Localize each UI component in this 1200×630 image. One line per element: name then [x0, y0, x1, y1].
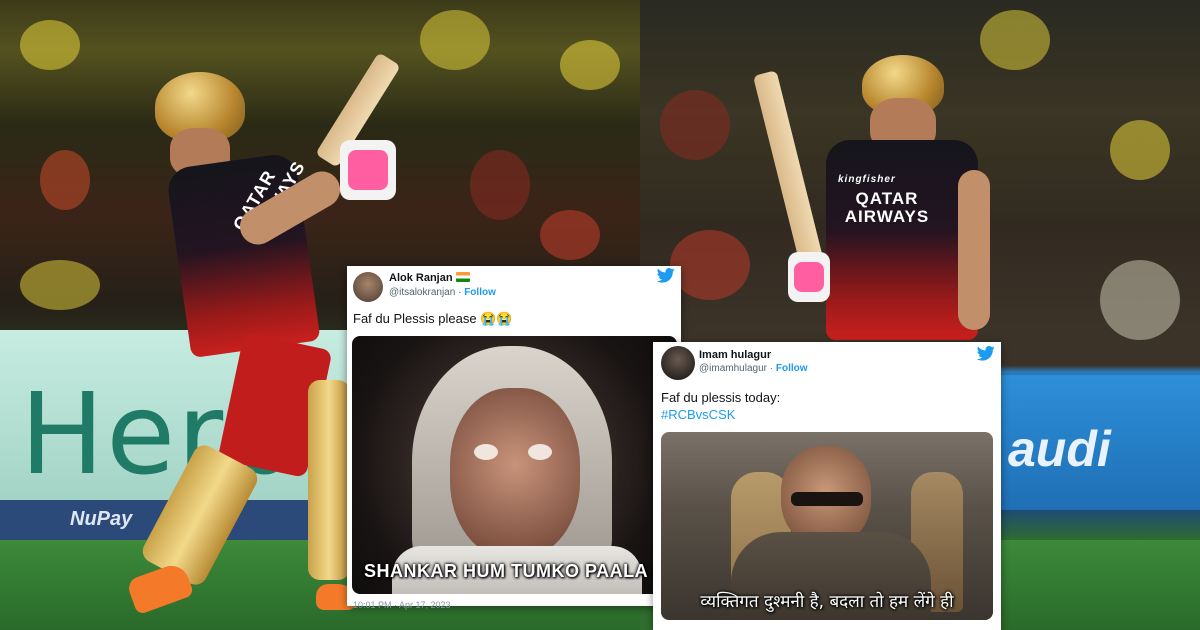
- follow-button[interactable]: Follow: [776, 363, 808, 374]
- leg-pad: [308, 380, 350, 580]
- jersey-brand: kingfisher: [838, 174, 896, 185]
- board-text: audi: [1008, 421, 1111, 477]
- follow-button[interactable]: Follow: [464, 287, 496, 298]
- tweet-timestamp[interactable]: 10:01 PM · Apr 17, 2023: [353, 600, 451, 610]
- pitch-grass: [1000, 540, 1200, 630]
- glove-pink: [348, 150, 388, 190]
- twitter-bird-icon[interactable]: [977, 346, 995, 361]
- tweet-text: Faf du Plessis please 😭😭: [353, 311, 513, 326]
- sunglasses: [791, 492, 863, 506]
- hashtag-link[interactable]: #RCBvsCSK: [661, 407, 735, 422]
- twitter-bird-icon[interactable]: [657, 268, 675, 283]
- author-name-text: Alok Ranjan: [389, 272, 453, 284]
- meme-image[interactable]: SHANKAR HUM TUMKO PAALA HUM: [352, 336, 677, 594]
- jersey: [826, 140, 978, 340]
- jersey-print: QATAR AIRWAYS: [844, 189, 930, 226]
- tweet-handle-row: @imamhulagur · Follow: [699, 363, 808, 374]
- tweet-card[interactable]: Imam hulagur @imamhulagur · Follow Faf d…: [653, 342, 1001, 630]
- eye: [474, 444, 498, 460]
- glove-pink: [794, 262, 824, 292]
- eye: [528, 444, 552, 460]
- meme-caption: SHANKAR HUM TUMKO PAALA HUM: [364, 561, 677, 581]
- tweet-handle[interactable]: @imamhulagur: [699, 363, 767, 374]
- tweet-handle-row: @itsalokranjan · Follow: [389, 287, 496, 298]
- arm: [958, 170, 990, 330]
- tweet-text: Faf du plessis today:: [661, 390, 781, 405]
- meme-image[interactable]: व्यक्तिगत दुश्मनी है, बदला तो हम लेंगे ह…: [661, 432, 993, 620]
- tweet-handle[interactable]: @itsalokranjan: [389, 287, 455, 298]
- tweet-author-name[interactable]: Alok Ranjan: [389, 272, 470, 284]
- ad-strip-text: NuPay: [70, 508, 133, 530]
- separator: ·: [458, 287, 462, 298]
- avatar[interactable]: [353, 272, 383, 302]
- india-flag-icon: [455, 272, 470, 282]
- meme-caption: व्यक्तिगत दुश्मनी है, बदला तो हम लेंगे ह…: [700, 592, 954, 612]
- face: [450, 388, 580, 558]
- separator: ·: [769, 363, 774, 374]
- tweet-author-name[interactable]: Imam hulagur: [699, 349, 771, 361]
- tweet-card[interactable]: Alok Ranjan @itsalokranjan · Follow Faf …: [347, 266, 681, 610]
- avatar[interactable]: [661, 346, 695, 380]
